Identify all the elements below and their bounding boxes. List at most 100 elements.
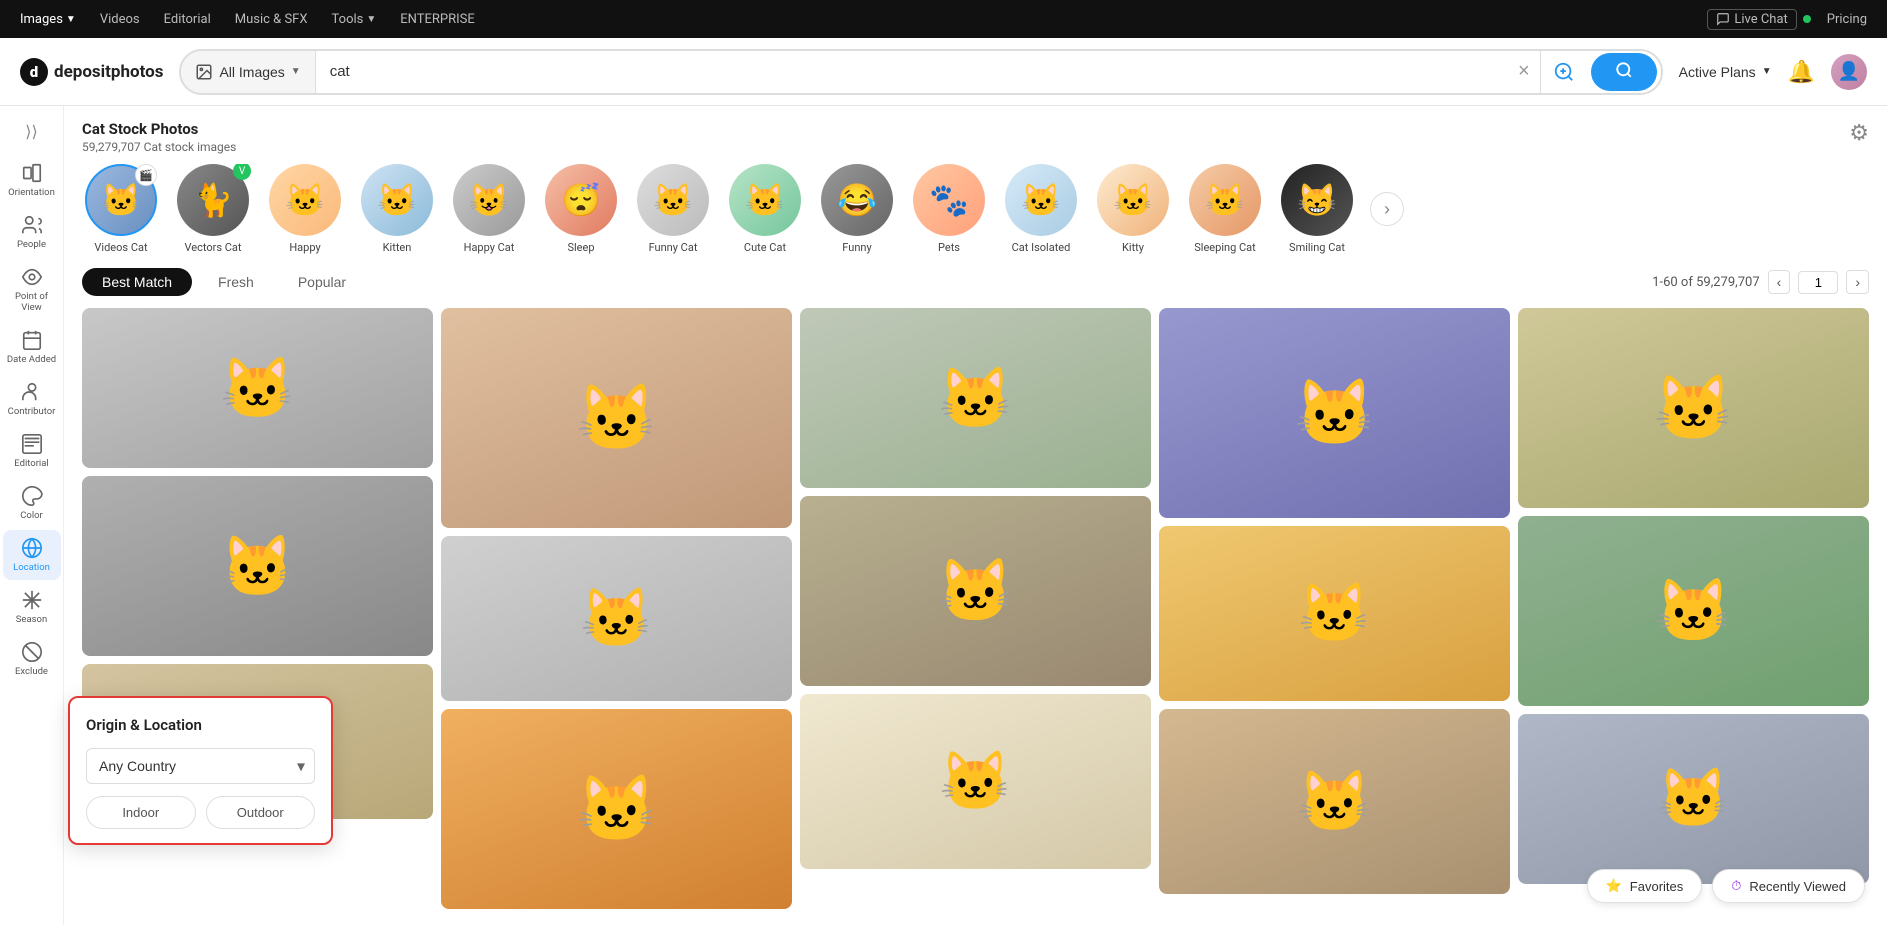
filter-row: Best Match Fresh Popular 1-60 of 59,279,… (82, 268, 1869, 296)
category-funny[interactable]: 😂 Funny (818, 164, 896, 254)
country-select[interactable]: Any Country United States United Kingdom… (86, 748, 315, 784)
sidebar-item-season[interactable]: Season (3, 582, 61, 632)
visual-search-icon[interactable] (1540, 51, 1587, 93)
category-cat-isolated[interactable]: 🐱 Cat Isolated (1002, 164, 1080, 254)
sidebar-expand-toggle[interactable]: ⟩⟩ (19, 116, 43, 147)
nav-tools[interactable]: Tools ▼ (332, 12, 377, 27)
avatar[interactable]: 👤 (1831, 54, 1867, 90)
orientation-icon (21, 162, 43, 184)
image-item[interactable]: 🐱 (82, 308, 433, 468)
category-videos-cat[interactable]: 🐱 🎬 Videos Cat (82, 164, 160, 254)
bottom-badges: ⭐ Favorites ⏱ Recently Viewed (1587, 869, 1865, 903)
image-item[interactable]: 🐱 (82, 476, 433, 656)
notifications-button[interactable]: 🔔 (1788, 59, 1815, 85)
color-icon (21, 485, 43, 507)
category-label: Videos Cat (94, 241, 147, 254)
image-item[interactable]: 🐱 (441, 536, 792, 701)
image-item[interactable]: 🐱 (1518, 308, 1869, 508)
editorial-icon (21, 433, 43, 455)
outdoor-button[interactable]: Outdoor (206, 796, 316, 829)
nav-videos[interactable]: Videos (100, 12, 140, 27)
sidebar-item-exclude[interactable]: Exclude (3, 634, 61, 684)
image-item[interactable]: 🐱 (800, 694, 1151, 869)
search-type-button[interactable]: All Images ▼ (181, 51, 315, 93)
favorites-badge[interactable]: ⭐ Favorites (1587, 869, 1703, 903)
categories-next-button[interactable]: › (1370, 192, 1404, 226)
contributor-icon (21, 381, 43, 403)
pagination-prev[interactable]: ‹ (1768, 270, 1791, 294)
location-type-buttons: Indoor Outdoor (86, 796, 315, 829)
pagination: 1-60 of 59,279,707 ‹ › (1652, 270, 1869, 294)
category-label: Happy (289, 241, 320, 254)
category-label: Kitten (383, 241, 412, 254)
category-vectors-cat[interactable]: 🐈 V Vectors Cat (174, 164, 252, 254)
active-plans-button[interactable]: Active Plans ▼ (1679, 64, 1772, 80)
category-label: Sleep (567, 241, 594, 254)
image-item[interactable]: 🐱 (441, 308, 792, 528)
nav-editorial[interactable]: Editorial (164, 12, 211, 27)
filter-best-match[interactable]: Best Match (82, 268, 192, 296)
category-funny-cat[interactable]: 🐱 Funny Cat (634, 164, 712, 254)
filter-fresh[interactable]: Fresh (200, 268, 272, 296)
category-circle: 😂 (821, 164, 893, 236)
search-bar: All Images ▼ × (179, 49, 1662, 95)
search-button[interactable] (1591, 53, 1657, 91)
indoor-button[interactable]: Indoor (86, 796, 196, 829)
page-subtitle: 59,279,707 Cat stock images (82, 140, 1849, 154)
category-pets[interactable]: 🐾 Pets (910, 164, 988, 254)
nav-images[interactable]: Images ▼ (20, 12, 76, 27)
pagination-page-input[interactable] (1798, 271, 1838, 294)
sidebar-item-color[interactable]: Color (3, 478, 61, 528)
category-label: Happy Cat (464, 241, 515, 254)
pricing-btn[interactable]: Pricing (1827, 12, 1867, 27)
category-happy-cat[interactable]: 😺 Happy Cat (450, 164, 528, 254)
live-chat-btn[interactable]: Live Chat (1707, 9, 1810, 30)
image-item[interactable]: 🐱 (1518, 516, 1869, 706)
sidebar-item-date[interactable]: Date Added (3, 322, 61, 372)
sidebar-item-orientation[interactable]: Orientation (3, 155, 61, 205)
category-circle: 🐱 (729, 164, 801, 236)
favorites-icon: ⭐ (1606, 878, 1622, 894)
image-item[interactable]: 🐱 (800, 308, 1151, 488)
nav-music[interactable]: Music & SFX (235, 12, 308, 27)
category-label: Cat Isolated (1012, 241, 1071, 254)
image-item[interactable]: 🐱 (441, 709, 792, 909)
logo[interactable]: d depositphotos (20, 58, 163, 86)
search-input[interactable] (316, 63, 1508, 80)
location-label: Location (13, 562, 50, 573)
sidebar-item-editorial[interactable]: Editorial (3, 426, 61, 476)
season-icon (21, 589, 43, 611)
settings-button[interactable]: ⚙ (1849, 120, 1869, 146)
category-circle: 🐱 (637, 164, 709, 236)
image-item[interactable]: 🐱 (1159, 709, 1510, 894)
color-label: Color (20, 510, 43, 521)
image-item[interactable]: 🐱 (1159, 308, 1510, 518)
image-item[interactable]: 🐱 (1159, 526, 1510, 701)
sidebar-item-contributor[interactable]: Contributor (3, 374, 61, 424)
category-circle: 😸 (1281, 164, 1353, 236)
location-icon (21, 537, 43, 559)
image-item[interactable]: 🐱 (1518, 714, 1869, 884)
editorial-label: Editorial (14, 458, 48, 469)
pagination-next[interactable]: › (1846, 270, 1869, 294)
sidebar-item-pov[interactable]: Point of View (3, 259, 61, 320)
image-item[interactable]: 🐱 (800, 496, 1151, 686)
nav-enterprise[interactable]: ENTERPRISE (400, 12, 475, 27)
category-sleep[interactable]: 😴 Sleep (542, 164, 620, 254)
category-kitty[interactable]: 🐱 Kitty (1094, 164, 1172, 254)
category-sleeping-cat[interactable]: 🐱 Sleeping Cat (1186, 164, 1264, 254)
category-circle: 🐈 V (177, 164, 249, 236)
clear-search-button[interactable]: × (1508, 51, 1540, 93)
category-happy[interactable]: 🐱 Happy (266, 164, 344, 254)
sidebar-item-location[interactable]: Location (3, 530, 61, 580)
sidebar-item-people[interactable]: People (3, 207, 61, 257)
logo-mark: d (20, 58, 48, 86)
recently-viewed-badge[interactable]: ⏱ Recently Viewed (1712, 869, 1865, 903)
category-smiling-cat[interactable]: 😸 Smiling Cat (1278, 164, 1356, 254)
exclude-label: Exclude (15, 666, 48, 677)
filter-popular[interactable]: Popular (280, 268, 364, 296)
category-cute-cat[interactable]: 🐱 Cute Cat (726, 164, 804, 254)
live-chat-dot (1803, 15, 1811, 23)
people-label: People (17, 239, 46, 250)
category-kitten[interactable]: 🐱 Kitten (358, 164, 436, 254)
